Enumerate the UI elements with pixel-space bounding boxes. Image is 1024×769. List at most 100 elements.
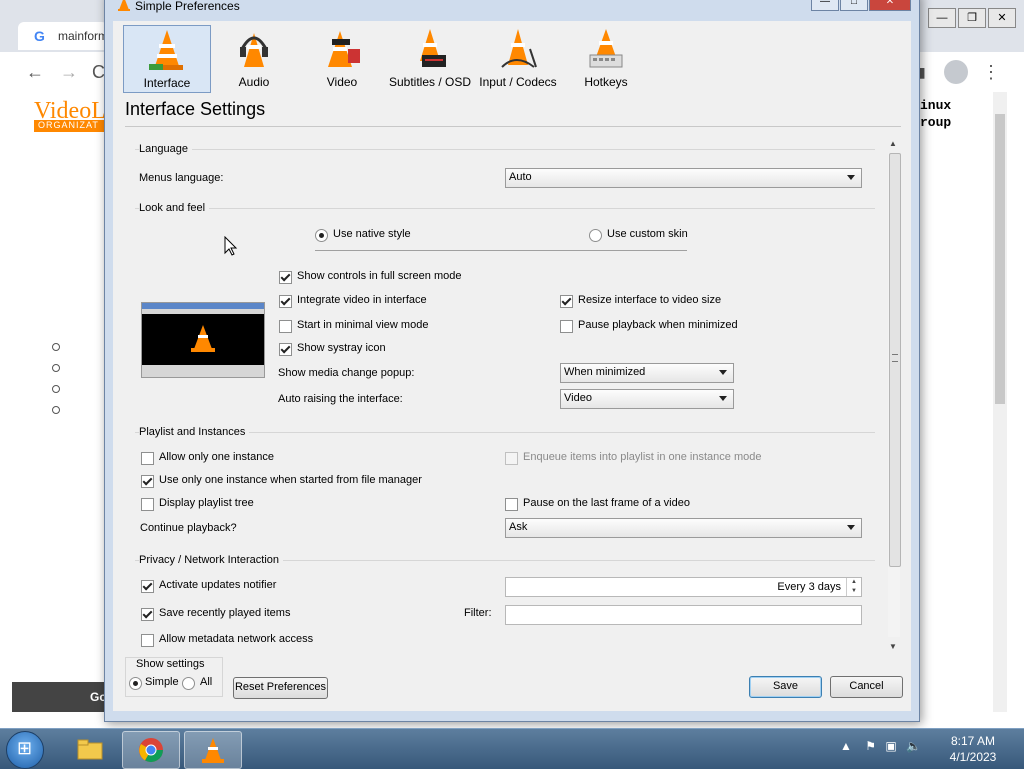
windows-logo-icon: ⊞ [17,738,33,758]
code-line: inux [920,98,952,113]
dialog-client-area: Interface Audio Video Subtitles / OSD In… [113,21,911,711]
start-minimal-checkbox[interactable] [279,320,292,333]
taskbar-chrome[interactable] [122,731,180,769]
taskbar-clock[interactable]: 8:17 AM 4/1/2023 [944,733,1002,765]
language-group: Language Menus language: Auto [135,143,875,188]
select-value: When minimized [564,366,646,378]
profile-avatar[interactable] [944,60,968,84]
category-audio[interactable]: Audio [211,25,297,91]
scroll-down-icon[interactable]: ▼ [889,642,897,651]
show-settings-box: Show settings Simple All [125,657,223,697]
page-code-text: inux roup [920,97,951,131]
preferences-dialog: Simple Preferences — □ ✕ Interface Audio V… [104,0,920,722]
category-input-codecs[interactable]: Input / Codecs [475,25,561,91]
one-instance-checkbox[interactable] [141,452,154,465]
close-icon[interactable]: ✕ [869,0,911,11]
menus-language-select[interactable]: Auto [505,168,862,188]
pause-last-frame-checkbox[interactable] [505,498,518,511]
spin-arrows-icon[interactable]: ▲ ▼ [846,578,861,596]
save-button[interactable]: Save [749,676,822,698]
custom-skin-radio[interactable] [589,229,602,242]
minimize-icon[interactable]: — [811,0,839,11]
action-center-icon[interactable]: ⚑ [865,739,876,753]
reset-preferences-button[interactable]: Reset Preferences [233,677,328,699]
pause-minimized-checkbox[interactable] [560,320,573,333]
resize-interface-checkbox[interactable] [560,295,573,308]
native-style-radio[interactable] [315,229,328,242]
save-recent-checkbox[interactable] [141,608,154,621]
simple-radio[interactable] [129,677,142,690]
start-minimal-label: Start in minimal view mode [297,319,429,331]
cancel-button[interactable]: Cancel [830,676,903,698]
close-icon[interactable]: ✕ [988,8,1016,28]
category-interface[interactable]: Interface [123,25,211,93]
show-controls-fullscreen-checkbox[interactable] [279,271,292,284]
updates-notifier-checkbox[interactable] [141,580,154,593]
display-playlist-tree-checkbox[interactable] [141,498,154,511]
clock-time: 8:17 AM [950,734,996,748]
auto-raise-select[interactable]: Video [560,389,734,409]
metadata-access-checkbox[interactable] [141,634,154,647]
continue-playback-select[interactable]: Ask [505,518,862,538]
browser-tab[interactable]: G mainform [18,22,108,50]
volume-muted-icon[interactable]: 🔈 [906,739,921,753]
mouse-cursor-icon [224,236,238,256]
google-icon: G [34,28,45,44]
maximize-icon[interactable]: ❐ [958,8,986,28]
look-and-feel-group: Look and feel Use native style Use custo… [135,202,875,433]
taskbar-vlc[interactable] [184,731,242,769]
minimize-icon[interactable]: — [928,8,956,28]
chevron-down-icon [847,525,855,530]
enqueue-items-checkbox[interactable] [505,452,518,465]
category-label: Input / Codecs [479,75,557,89]
folder-icon [77,739,103,760]
one-instance-file-manager-checkbox[interactable] [141,475,154,488]
forward-arrow-icon[interactable]: → [60,62,78,83]
dialog-title: Simple Preferences [135,0,240,13]
browser-scrollbar[interactable] [993,92,1007,712]
tray-expand-icon[interactable]: ▲ [840,739,852,753]
show-systray-checkbox[interactable] [279,343,292,356]
settings-scroll-area[interactable]: Language Menus language: Auto Look and f… [135,139,889,651]
integrate-video-label: Integrate video in interface [297,294,427,306]
updates-notifier-label: Activate updates notifier [159,579,277,591]
list-bullet [52,406,60,414]
maximize-icon[interactable]: □ [840,0,868,11]
display-playlist-tree-label: Display playlist tree [159,497,254,509]
group-title: Look and feel [139,202,210,214]
back-arrow-icon[interactable]: ← [26,62,44,83]
media-change-popup-label: Show media change popup: [278,367,415,379]
category-video[interactable]: Video [299,25,385,91]
menu-dots-icon[interactable]: ⋮ [982,62,1000,83]
show-settings-title: Show settings [136,658,205,670]
integrate-video-checkbox[interactable] [279,295,292,308]
one-instance-label: Allow only one instance [159,451,274,463]
chevron-down-icon [719,396,727,401]
all-label: All [200,676,213,688]
dialog-titlebar[interactable]: Simple Preferences — □ ✕ [105,0,919,13]
category-subtitles-osd[interactable]: Subtitles / OSD [387,25,473,91]
scrollbar-thumb[interactable] [995,114,1005,404]
filter-input[interactable] [505,605,862,625]
group-title: Privacy / Network Interaction [139,554,283,566]
category-label: Interface [143,76,191,90]
settings-scrollbar[interactable]: ▲ ▼ [887,139,901,651]
interface-cone-icon [149,30,183,70]
vlc-cone-icon [118,0,130,11]
updates-interval-spinbox[interactable]: Every 3 days ▲ ▼ [505,577,862,597]
category-hotkeys[interactable]: Hotkeys [563,25,649,91]
start-button[interactable]: ⊞ [6,731,44,769]
input-codecs-cone-icon [501,29,537,68]
scrollbar-thumb[interactable] [889,153,901,567]
scrollbar-track[interactable] [888,153,901,637]
menus-language-label: Menus language: [139,172,224,184]
media-change-popup-select[interactable]: When minimized [560,363,734,383]
privacy-group: Privacy / Network Interaction Activate u… [135,554,875,651]
network-icon[interactable]: ▣ [885,739,896,753]
playlist-group: Playlist and Instances Allow only one in… [135,426,875,553]
interface-preview-image [141,302,265,378]
taskbar-explorer[interactable] [62,731,118,767]
scroll-up-icon[interactable]: ▲ [889,139,897,148]
all-radio[interactable] [182,677,195,690]
custom-skin-label: Use custom skin [607,228,688,240]
